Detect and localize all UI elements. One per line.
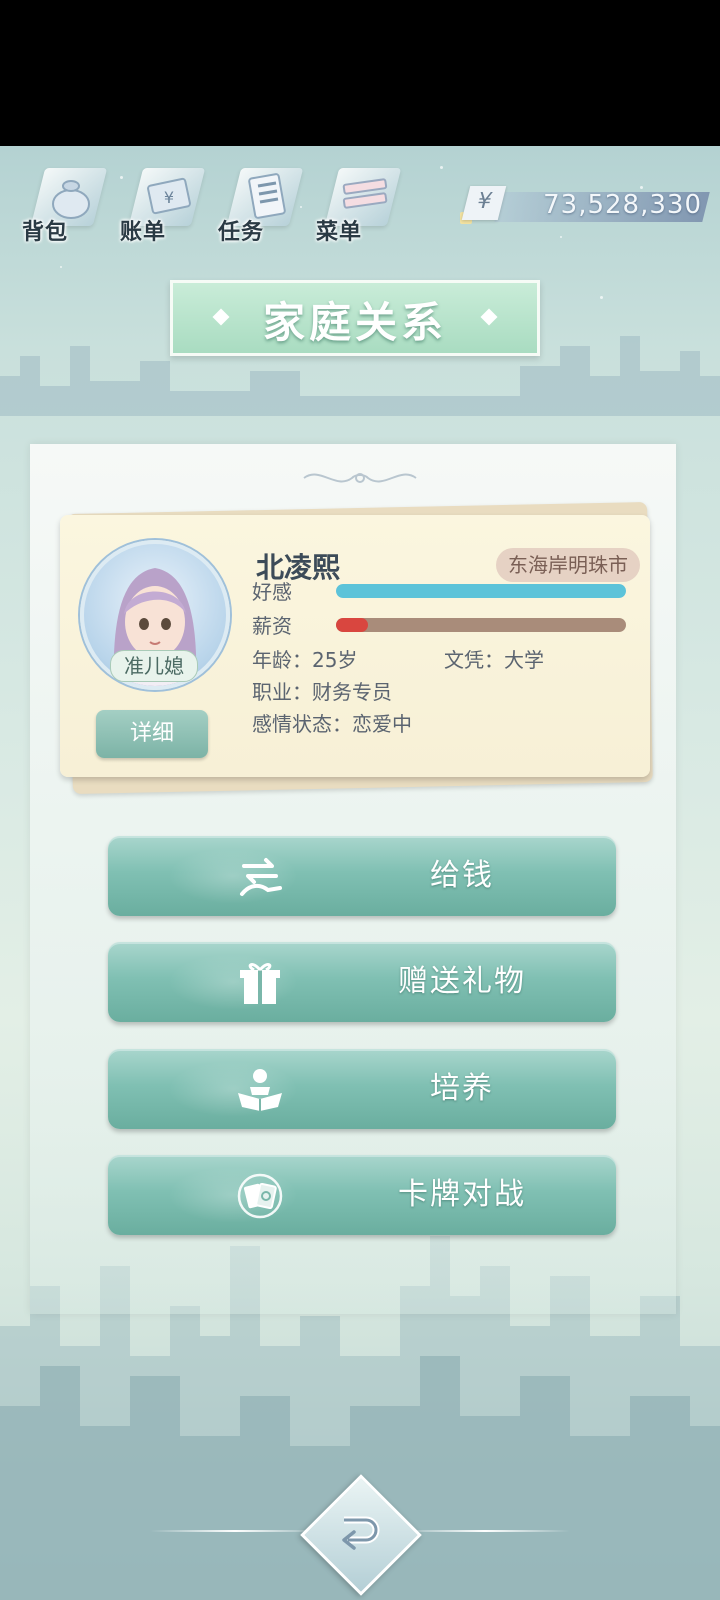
ornament-icon bbox=[303, 473, 417, 483]
relation-badge: 准儿媳 bbox=[110, 650, 198, 682]
status-bar bbox=[0, 0, 720, 146]
money-display: ¥ 73,528,330 bbox=[460, 186, 710, 228]
detail-button[interactable]: 详细 bbox=[96, 710, 208, 758]
salary-label: 薪资 bbox=[252, 614, 292, 638]
gift-label: 赠送礼物 bbox=[398, 964, 526, 999]
card-battle-button[interactable]: 卡牌对战 bbox=[108, 1155, 616, 1235]
menu-button[interactable]: 菜单 bbox=[314, 160, 404, 250]
location-badge: 东海岸明珠市 bbox=[496, 548, 640, 582]
card-battle-icon bbox=[237, 1173, 283, 1219]
money-amount: 73,528,330 bbox=[543, 190, 702, 220]
back-line-left bbox=[150, 1530, 320, 1532]
task-button[interactable]: 任务 bbox=[216, 160, 306, 250]
affection-bar bbox=[336, 584, 626, 598]
give-money-label: 给钱 bbox=[430, 858, 494, 893]
salary-fill bbox=[336, 618, 368, 632]
card-battle-label: 卡牌对战 bbox=[398, 1177, 526, 1212]
bag-button[interactable]: 背包 bbox=[20, 160, 110, 250]
affection-label: 好感 bbox=[252, 580, 292, 604]
bag-label: 背包 bbox=[22, 220, 69, 245]
page-title-banner: 家庭关系 bbox=[170, 280, 540, 356]
affection-fill bbox=[336, 584, 626, 598]
bill-button[interactable]: ¥ 账单 bbox=[118, 160, 208, 250]
reading-person-icon bbox=[238, 1069, 282, 1111]
task-label: 任务 bbox=[218, 220, 265, 245]
give-money-button[interactable]: 给钱 bbox=[108, 836, 616, 916]
bill-label: 账单 bbox=[120, 220, 167, 245]
gift-icon bbox=[240, 963, 280, 1004]
relationship-status-text: 感情状态：恋爱中 bbox=[252, 712, 412, 736]
gift-button[interactable]: 赠送礼物 bbox=[108, 942, 616, 1022]
age-text: 年龄：25岁 bbox=[252, 648, 358, 672]
cultivate-label: 培养 bbox=[430, 1071, 494, 1106]
svg-text:¥: ¥ bbox=[164, 188, 174, 207]
give-money-icon bbox=[240, 858, 282, 896]
back-line-right bbox=[400, 1530, 570, 1532]
cultivate-button[interactable]: 培养 bbox=[108, 1049, 616, 1129]
salary-bar bbox=[336, 618, 626, 632]
job-text: 职业：财务专员 bbox=[252, 680, 392, 704]
education-text: 文凭：大学 bbox=[444, 648, 544, 672]
back-arrow-icon[interactable] bbox=[330, 1506, 386, 1560]
menu-label: 菜单 bbox=[316, 220, 363, 245]
